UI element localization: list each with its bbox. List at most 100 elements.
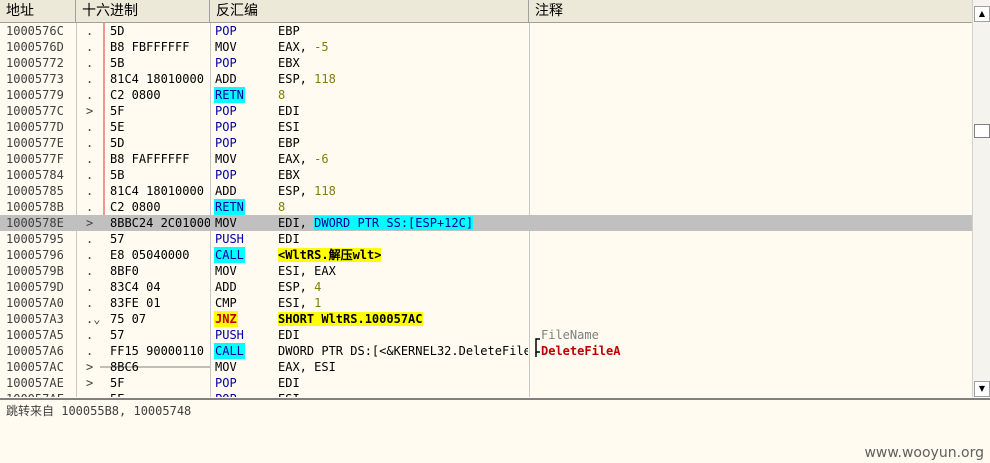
vertical-scrollbar[interactable]: ▲ ▼ — [972, 0, 990, 397]
column-header-hex[interactable]: 十六进制 — [76, 0, 210, 22]
disasm-row[interactable]: 1000576D. B8 FBFFFFFF MOV EAX, -5 — [0, 39, 972, 55]
row-hex: 81C4 18010000 — [110, 184, 204, 198]
row-mnemonic: RETN — [214, 87, 274, 103]
row-mnemonic: POP — [214, 135, 274, 151]
row-operand: 8 — [278, 199, 528, 215]
row-jump-marker: . — [86, 184, 94, 198]
mnemonic-text: RETN — [214, 87, 245, 103]
scroll-down-button[interactable]: ▼ — [974, 381, 990, 397]
disasm-row[interactable]: 1000576C. 5D POP EBP — [0, 23, 972, 39]
row-operand: ESI, EAX — [278, 263, 528, 279]
row-comment: FileName — [541, 328, 599, 342]
row-operand: EDI — [278, 231, 528, 247]
row-operand: ESP, 4 — [278, 279, 528, 295]
row-mnemonic: POP — [214, 167, 274, 183]
disasm-row[interactable]: 100057A3 .⌄ 75 07 JNZ SHORT WltRS.100057AC — [0, 311, 972, 327]
mnemonic-text: POP — [215, 120, 237, 134]
disasm-row[interactable]: 1000577D. 5E POP ESI — [0, 119, 972, 135]
disasm-row[interactable]: 1000579D. 83C4 04 ADD ESP, 4 — [0, 279, 972, 295]
operand-text: DWORD PTR DS:[<&KERNEL32.DeleteFileA>] — [278, 344, 528, 358]
row-address: 100057A0 — [6, 296, 64, 310]
scroll-thumb[interactable] — [974, 124, 990, 138]
disasm-row[interactable]: 10005772. 5B POP EBX — [0, 55, 972, 71]
row-address: 100057A5 — [6, 328, 64, 342]
disasm-row[interactable]: 10005796. E8 05040000 CALL <WltRS.解压wlt> — [0, 247, 972, 263]
operand-number: 4 — [314, 280, 322, 294]
row-mnemonic: POP — [214, 391, 274, 397]
disasm-row[interactable]: 1000578B. C2 0800 RETN 8 — [0, 199, 972, 215]
row-jump-marker: . — [86, 344, 94, 358]
row-jump-marker: . — [86, 391, 100, 397]
disasm-row[interactable]: 100057AF. 5E POP ESI — [0, 391, 972, 397]
operand-number: 8 — [278, 88, 286, 102]
row-operand: EBX — [278, 55, 528, 71]
disasm-row[interactable]: 100057A5. 57 PUSH EDI FileName — [0, 327, 972, 343]
disasm-row[interactable]: 100057AC >8BC6 MOV EAX, ESI — [0, 359, 972, 375]
row-mnemonic: CALL — [214, 343, 274, 359]
disasm-row[interactable]: 1000579B. 8BF0 MOV ESI, EAX — [0, 263, 972, 279]
operand-text: ESI, EAX — [278, 264, 336, 278]
mnemonic-text: RETN — [214, 199, 245, 215]
disasm-row[interactable]: 1000577F. B8 FAFFFFFF MOV EAX, -6 — [0, 151, 972, 167]
mnemonic-text: MOV — [215, 152, 237, 166]
disasm-row[interactable]: 100057A6. FF15 90000110 CALL DWORD PTR DS:[… — [0, 343, 972, 359]
disasm-row[interactable]: 1000577C >5F POP EDI — [0, 103, 972, 119]
operand-text: ESP, — [278, 72, 315, 86]
mnemonic-text: CALL — [214, 343, 245, 359]
row-mnemonic: POP — [214, 103, 274, 119]
disassembly-pane[interactable]: 1000576C. 5D POP EBP 1000576D. B8 FBFFFFFF MOV… — [0, 23, 972, 397]
column-header-comment[interactable]: 注释 — [529, 0, 972, 22]
row-operand: ESI — [278, 391, 528, 397]
operand-text: EBP — [278, 136, 300, 150]
mnemonic-text: CALL — [214, 247, 245, 263]
row-mnemonic: CALL — [214, 247, 274, 263]
row-address: 10005772 — [6, 56, 64, 70]
mnemonic-text: MOV — [215, 216, 237, 230]
row-hex: 83C4 04 — [110, 280, 161, 294]
row-mnemonic: POP — [214, 23, 274, 39]
row-operand: EDI — [278, 103, 528, 119]
disasm-row[interactable]: 10005795. 57 PUSH EDI — [0, 231, 972, 247]
row-operand: EBX — [278, 167, 528, 183]
row-mnemonic: ADD — [214, 71, 274, 87]
disasm-row[interactable]: 100057AE >5F POP EDI — [0, 375, 972, 391]
row-jump-marker: > — [86, 216, 94, 230]
row-mnemonic: POP — [214, 55, 274, 71]
operand-text: EDI — [278, 328, 300, 342]
row-hex: 8BBC24 2C010000 — [110, 216, 210, 230]
mnemonic-text: ADD — [215, 184, 237, 198]
operand-text: EAX, — [278, 152, 315, 166]
operand-text: ESP, — [278, 184, 315, 198]
mnemonic-text: POP — [214, 391, 238, 397]
row-address: 10005773 — [6, 72, 64, 86]
row-jump-marker: . — [86, 88, 94, 102]
row-address: 10005784 — [6, 168, 64, 182]
disasm-row[interactable]: 10005785. 81C4 18010000 ADD ESP, 118 — [0, 183, 972, 199]
disasm-row[interactable]: 10005784. 5B POP EBX — [0, 167, 972, 183]
row-address: 10005779 — [6, 88, 64, 102]
row-address: 100057AC — [6, 360, 64, 374]
row-address: 1000577C — [6, 104, 64, 118]
disasm-row[interactable]: 1000577E. 5D POP EBP — [0, 135, 972, 151]
disasm-row[interactable]: 10005779. C2 0800 RETN 8 — [0, 87, 972, 103]
operand-text: ESI, — [278, 296, 315, 310]
row-address: 100057AE — [6, 376, 64, 390]
row-operand: EDI — [278, 327, 528, 343]
mnemonic-text: PUSH — [215, 232, 244, 246]
row-hex: 5E — [110, 120, 125, 134]
row-mnemonic: CMP — [214, 295, 274, 311]
row-address: 100057AF — [6, 391, 74, 397]
row-mnemonic: MOV — [214, 151, 274, 167]
disasm-row[interactable]: 100057A0. 83FE 01 CMP ESI, 1 — [0, 295, 972, 311]
row-jump-marker: . — [86, 40, 94, 54]
column-header-address[interactable]: 地址 — [0, 0, 76, 22]
scroll-up-button[interactable]: ▲ — [974, 6, 990, 22]
disasm-row[interactable]: 10005773. 81C4 18010000 ADD ESP, 118 — [0, 71, 972, 87]
disasm-row[interactable]: 1000578E >8BBC24 2C010000 MOV EDI, DWORD PT… — [0, 215, 972, 231]
mnemonic-text: MOV — [215, 360, 237, 374]
mnemonic-text: ADD — [215, 72, 237, 86]
column-header-disasm[interactable]: 反汇编 — [210, 0, 529, 22]
row-operand: EDI, DWORD PTR SS:[ESP+12C] — [278, 215, 528, 231]
mnemonic-text: POP — [215, 136, 237, 150]
row-hex: E8 05040000 — [110, 248, 190, 262]
